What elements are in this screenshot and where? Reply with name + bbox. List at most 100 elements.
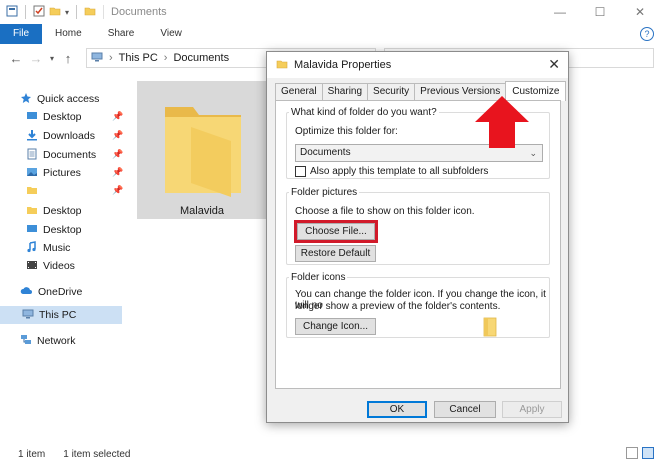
pin-icon[interactable]: 📌: [112, 167, 123, 178]
folder-icon: [26, 184, 38, 199]
sidebar-item-folder[interactable]: [26, 182, 43, 200]
up-arrow-icon[interactable]: ↑: [58, 51, 78, 66]
choose-file-button[interactable]: Choose File...: [294, 220, 378, 243]
folder-icon: [84, 5, 96, 20]
breadcrumb-separator: ›: [163, 52, 168, 64]
optimize-label: Optimize this folder for:: [295, 126, 398, 137]
folder-icons-legend: Folder icons: [291, 272, 346, 283]
apply-button[interactable]: Apply: [502, 401, 562, 418]
sidebar-item-label: This PC: [39, 309, 77, 321]
computer-icon: [22, 309, 34, 322]
forward-arrow-icon[interactable]: →: [26, 51, 46, 66]
ok-button[interactable]: OK: [367, 401, 427, 418]
item-count: 1 item: [18, 448, 46, 460]
dialog-close-button[interactable]: ✕: [548, 56, 560, 73]
quick-access-toolbar: ▾: [0, 5, 107, 20]
checkbox-icon[interactable]: [33, 5, 45, 20]
sidebar-item-label: Desktop: [43, 205, 82, 217]
sidebar-item-documents[interactable]: Documents: [26, 146, 96, 164]
details-view-icon[interactable]: [626, 447, 638, 459]
expand-ribbon-icon[interactable]: ?: [640, 27, 654, 41]
apply-subfolders-checkbox[interactable]: Also apply this template to all subfolde…: [295, 166, 488, 177]
minimize-button[interactable]: —: [540, 0, 580, 24]
computer-icon: [91, 52, 103, 65]
recent-locations-icon[interactable]: ▾: [46, 54, 58, 63]
star-icon: [20, 92, 32, 107]
status-bar: 1 item 1 item selected: [0, 445, 660, 463]
tab-security[interactable]: Security: [367, 83, 416, 100]
sidebar-item-onedrive[interactable]: OneDrive: [20, 283, 82, 301]
sidebar-item-label: Desktop: [43, 224, 82, 236]
navigation-pane: Quick access Desktop Downloads Documents…: [0, 84, 123, 434]
sidebar-item-label: OneDrive: [38, 286, 83, 298]
cancel-button[interactable]: Cancel: [434, 401, 496, 418]
breadcrumb-documents[interactable]: Documents: [173, 52, 229, 64]
apply-subfolders-label: Also apply this template to all subfolde…: [310, 166, 489, 177]
sidebar-item-this-pc[interactable]: This PC: [0, 306, 122, 324]
folder-type-legend: What kind of folder do you want?: [291, 107, 437, 118]
sidebar-item-desktop-2[interactable]: Desktop: [26, 221, 82, 239]
folder-icons-hint-line-2: longer show a preview of the folder's co…: [295, 301, 501, 312]
properties-icon[interactable]: [6, 5, 18, 20]
breadcrumb-this-pc[interactable]: This PC: [119, 52, 158, 64]
checkbox-box[interactable]: [295, 166, 306, 177]
folder-icon-preview: [483, 317, 497, 337]
restore-default-button[interactable]: Restore Default: [295, 245, 376, 262]
tab-general[interactable]: General: [275, 83, 323, 100]
maximize-button[interactable]: ☐: [580, 0, 620, 24]
folder-icon: [26, 204, 38, 219]
network-icon: [20, 334, 32, 349]
sidebar-item-desktop[interactable]: Desktop: [26, 108, 82, 126]
sidebar-item-pictures[interactable]: Pictures: [26, 164, 81, 182]
window-title: Documents: [111, 6, 167, 18]
toolbar-divider: [25, 5, 26, 19]
tab-home[interactable]: Home: [42, 24, 95, 44]
desktop-icon: [26, 223, 38, 238]
folder-pictures-group: Folder pictures Choose a file to show on…: [286, 187, 550, 265]
sidebar-item-videos[interactable]: Videos: [26, 257, 75, 275]
change-icon-button[interactable]: Change Icon...: [295, 318, 376, 335]
sidebar-item-label: Quick access: [37, 93, 100, 105]
file-explorer-window: ▾ Documents — ☐ ✕ File Home Share View ?…: [0, 0, 660, 463]
download-icon: [26, 129, 38, 144]
sidebar-item-downloads[interactable]: Downloads: [26, 127, 95, 145]
folder-icons-group: Folder icons You can change the folder i…: [286, 272, 550, 338]
tab-share[interactable]: Share: [95, 24, 148, 44]
close-window-button[interactable]: ✕: [620, 0, 660, 24]
toolbar-divider: [103, 5, 105, 19]
sidebar-item-label: Desktop: [43, 111, 82, 123]
sidebar-item-label: Downloads: [43, 130, 95, 142]
music-icon: [26, 240, 38, 256]
folder-icon: [276, 58, 288, 73]
customize-toolbar-icon[interactable]: ▾: [65, 8, 69, 17]
large-icons-view-icon[interactable]: [642, 447, 654, 459]
folder-item-malavida[interactable]: Malavida: [137, 81, 267, 219]
sidebar-item-network[interactable]: Network: [20, 332, 76, 350]
large-folder-icon: [165, 107, 241, 197]
cloud-icon: [20, 286, 33, 299]
selection-count: 1 item selected: [63, 448, 131, 460]
new-folder-icon[interactable]: [49, 5, 61, 20]
pin-icon[interactable]: 📌: [112, 149, 123, 160]
toolbar-divider: [76, 5, 78, 19]
folder-name-label: Malavida: [179, 205, 225, 217]
sidebar-item-label: Pictures: [43, 167, 81, 179]
sidebar-item-desktop-folder[interactable]: Desktop: [26, 202, 82, 220]
pin-icon[interactable]: 📌: [112, 130, 123, 141]
tab-sharing[interactable]: Sharing: [321, 83, 369, 100]
desktop-icon: [26, 110, 38, 125]
tab-file[interactable]: File: [0, 24, 42, 44]
sidebar-item-label: Music: [43, 242, 71, 254]
pin-icon[interactable]: 📌: [112, 111, 123, 122]
pin-icon[interactable]: 📌: [112, 185, 123, 196]
documents-icon: [26, 148, 38, 163]
sidebar-item-music[interactable]: Music: [26, 239, 70, 257]
optimize-selected-value: Documents: [300, 147, 351, 158]
videos-icon: [26, 259, 38, 274]
tab-view[interactable]: View: [147, 24, 195, 44]
sidebar-item-quick-access[interactable]: Quick access: [20, 90, 99, 108]
folder-pictures-hint: Choose a file to show on this folder ico…: [295, 206, 475, 217]
view-toggle: [626, 447, 654, 459]
ribbon-tabs: File Home Share View ?: [0, 24, 660, 44]
back-arrow-icon[interactable]: ←: [6, 51, 26, 66]
